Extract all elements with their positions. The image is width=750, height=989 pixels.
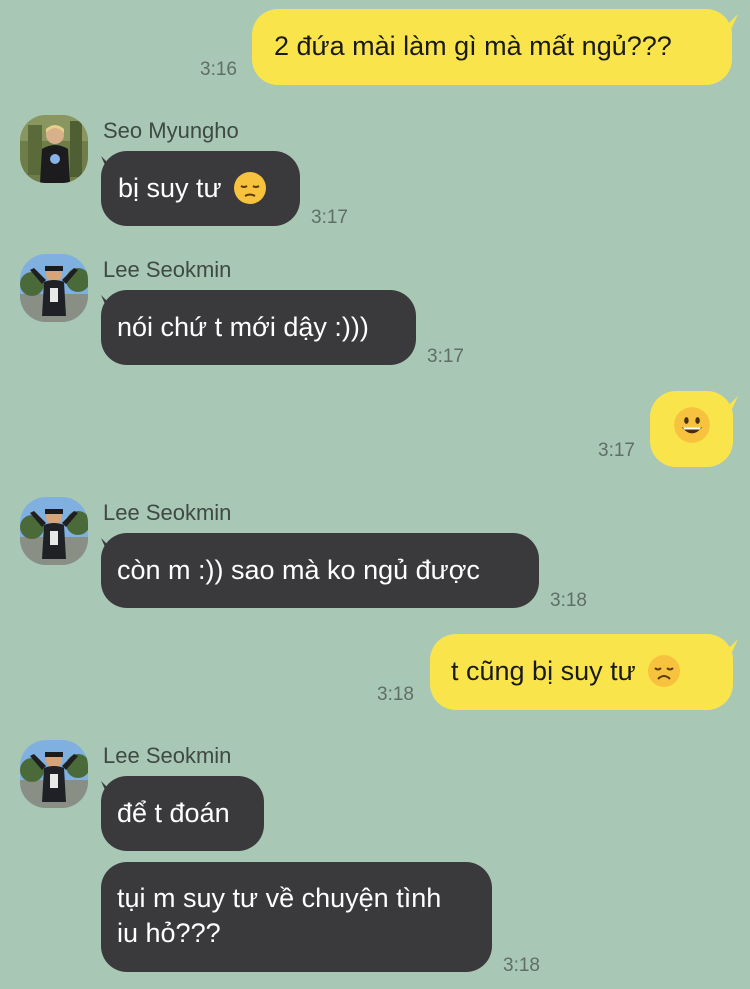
incoming-message-bubble[interactable]: bị suy tư — [101, 151, 300, 226]
outgoing-message-bubble[interactable] — [650, 391, 733, 467]
sender-name: Lee Seokmin — [103, 257, 232, 282]
message-timestamp: 3:18 — [503, 955, 540, 976]
avatar[interactable] — [20, 254, 88, 322]
avatar[interactable] — [20, 497, 88, 565]
message-timestamp: 3:17 — [311, 207, 348, 228]
message-text: bị suy tư — [118, 173, 222, 203]
sender-name: Lee Seokmin — [103, 500, 232, 525]
grinning-face-icon — [673, 406, 711, 453]
incoming-message-bubble[interactable]: nói chứ t mới dậy :))) — [101, 290, 416, 365]
avatar[interactable] — [20, 115, 88, 183]
outgoing-message-bubble[interactable]: 2 đứa mài làm gì mà mất ngủ??? — [252, 9, 732, 85]
sender-name: Lee Seokmin — [103, 743, 232, 768]
message-text: nói chứ t mới dậy :))) — [117, 312, 369, 342]
message-timestamp: 3:18 — [550, 590, 587, 611]
outgoing-message-bubble[interactable]: t cũng bị suy tư — [430, 634, 733, 710]
message-timestamp: 3:17 — [427, 346, 464, 367]
message-text: để t đoán — [117, 798, 230, 828]
incoming-message-bubble[interactable]: để t đoán — [101, 776, 264, 851]
message-text: t cũng bị suy tư — [451, 656, 636, 686]
message-text-line: iu hỏ??? — [117, 918, 221, 948]
message-timestamp: 3:17 — [598, 440, 635, 461]
message-text: còn m :)) sao mà ko ngủ được — [117, 555, 480, 585]
message-timestamp: 3:16 — [200, 59, 237, 80]
message-text-line: tụi m suy tư về chuyện tình — [117, 883, 442, 913]
message-text: 2 đứa mài làm gì mà mất ngủ??? — [274, 31, 672, 61]
incoming-message-bubble[interactable]: tụi m suy tư về chuyện tình iu hỏ??? — [101, 862, 492, 972]
disappointed-face-icon — [643, 654, 681, 691]
incoming-message-bubble[interactable]: còn m :)) sao mà ko ngủ được — [101, 533, 539, 608]
message-timestamp: 3:18 — [377, 684, 414, 705]
pensive-face-icon — [229, 171, 267, 208]
avatar[interactable] — [20, 740, 88, 808]
sender-name: Seo Myungho — [103, 118, 239, 143]
